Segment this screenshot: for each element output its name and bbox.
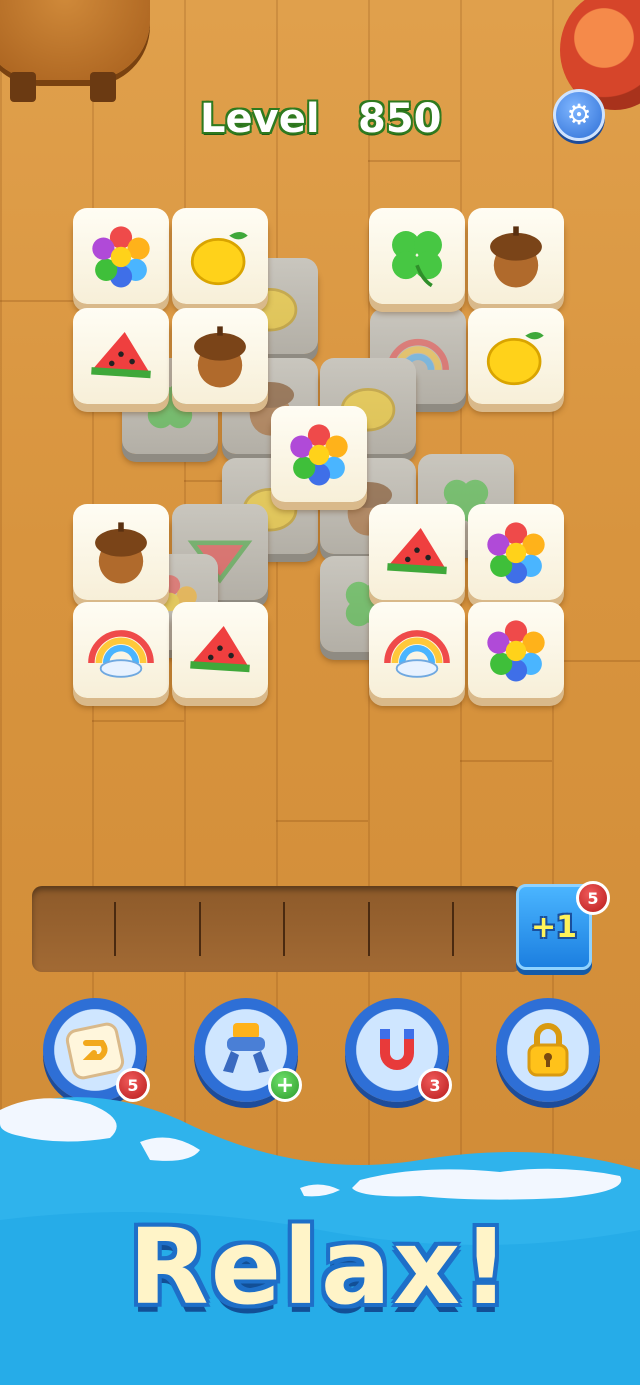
tray-divider (368, 902, 370, 956)
watermelon-icon (387, 527, 447, 575)
tile-watermelon[interactable] (73, 308, 169, 404)
tile-rainbow[interactable] (369, 602, 465, 698)
flower-icon (487, 522, 545, 584)
flower-icon (92, 226, 150, 288)
tray-divider (114, 902, 116, 956)
rainbow-icon (384, 630, 450, 678)
tile-watermelon[interactable] (369, 504, 465, 600)
tile-rainbow[interactable] (73, 602, 169, 698)
extra-slot-label: +1 (530, 909, 577, 945)
tile-lemon[interactable] (468, 308, 564, 404)
tile-flower[interactable] (468, 504, 564, 600)
level-label: Level (200, 96, 320, 142)
tray-divider (452, 902, 454, 956)
level-header: Level 850 (0, 96, 640, 146)
relax-banner-text: Relax! (128, 1206, 512, 1328)
tile-acorn[interactable] (468, 208, 564, 304)
tile-flower[interactable] (468, 602, 564, 698)
lemon-icon (486, 331, 544, 386)
tile-watermelon[interactable] (172, 602, 268, 698)
rainbow-icon (88, 630, 154, 678)
lemon-icon (190, 231, 248, 286)
flower-icon (487, 620, 545, 682)
tray-divider (283, 902, 285, 956)
tray-divider (199, 902, 201, 956)
table-decoration (0, 0, 150, 102)
extra-slot-count-badge: 5 (576, 881, 610, 915)
tile-acorn[interactable] (73, 504, 169, 600)
acorn-icon (95, 522, 147, 584)
acorn-icon (194, 326, 246, 388)
tile-tray (32, 886, 522, 972)
watermelon-icon (190, 625, 250, 673)
gear-icon: ⚙ (566, 98, 592, 131)
tile-clover[interactable] (369, 208, 465, 304)
lock-icon (527, 1023, 569, 1077)
watermelon-icon (91, 331, 151, 379)
tile-acorn[interactable] (172, 308, 268, 404)
flower-icon (290, 424, 348, 486)
acorn-icon (490, 226, 542, 288)
tile-flower[interactable] (271, 406, 367, 502)
tile-flower[interactable] (73, 208, 169, 304)
level-number: 850 (358, 96, 442, 142)
clover-icon (392, 231, 442, 288)
tile-lemon[interactable] (172, 208, 268, 304)
settings-button[interactable]: ⚙ (553, 89, 605, 141)
